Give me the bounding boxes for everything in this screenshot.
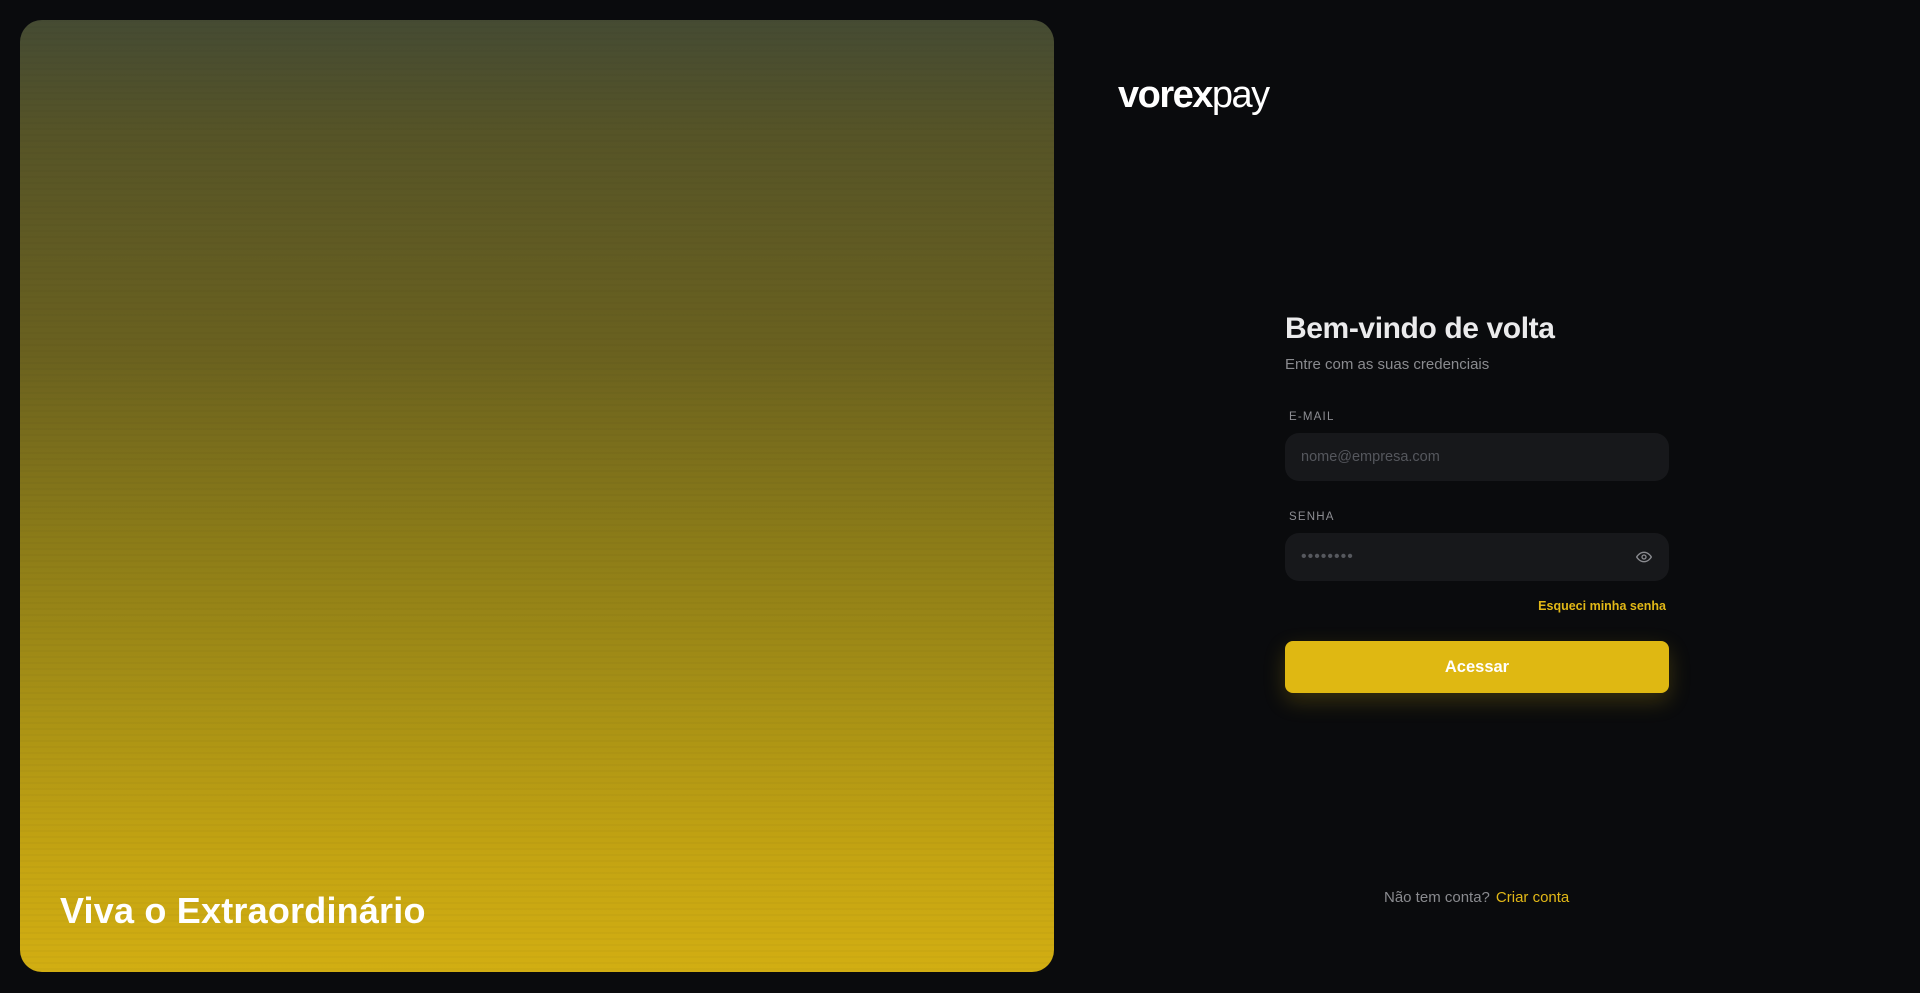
email-field-wrapper bbox=[1285, 433, 1669, 481]
password-field[interactable]: •••••••• bbox=[1285, 533, 1669, 581]
password-label: SENHA bbox=[1289, 511, 1335, 523]
page-title: Bem-vindo de volta bbox=[1285, 312, 1555, 345]
email-input[interactable] bbox=[1285, 433, 1669, 481]
brand-logo: vorex pay bbox=[1118, 74, 1270, 117]
submit-button[interactable]: Acessar bbox=[1285, 641, 1669, 693]
brand-name-light: pay bbox=[1211, 74, 1270, 116]
email-label: E-MAIL bbox=[1289, 411, 1335, 423]
login-form: Bem-vindo de volta Entre com as suas cre… bbox=[1285, 312, 1669, 693]
password-mask: •••••••• bbox=[1301, 548, 1354, 565]
signup-prompt-text: Não tem conta? bbox=[1384, 889, 1490, 906]
hero-panel: Viva o Extraordinário bbox=[20, 20, 1054, 972]
hero-tagline: Viva o Extraordinário bbox=[60, 890, 426, 931]
page-subtitle: Entre com as suas credenciais bbox=[1285, 356, 1490, 373]
login-page: Viva o Extraordinário vorex pay Bem-vindo… bbox=[0, 0, 1920, 993]
forgot-password-link[interactable]: Esqueci minha senha bbox=[1538, 599, 1666, 613]
brand-name-strong: vorex bbox=[1118, 74, 1213, 116]
forgot-password-row: Esqueci minha senha bbox=[1285, 597, 1669, 615]
eye-icon[interactable] bbox=[1635, 548, 1653, 566]
signup-link[interactable]: Criar conta bbox=[1496, 889, 1569, 906]
signup-prompt: Não tem conta? Criar conta bbox=[1384, 889, 1569, 906]
